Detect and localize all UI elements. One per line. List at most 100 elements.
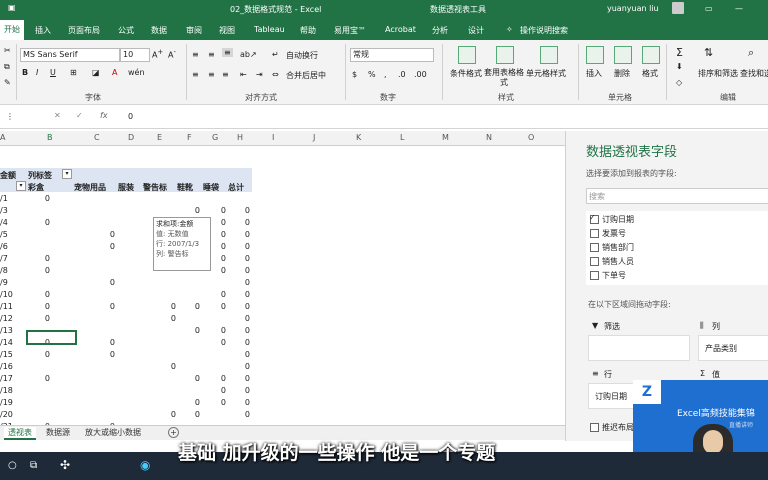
- field-search-input[interactable]: 搜索: [586, 188, 768, 204]
- sort-filter-button[interactable]: 排序和筛选: [698, 68, 738, 79]
- field-item[interactable]: 下单号: [602, 270, 626, 281]
- format-cells-icon[interactable]: [642, 46, 660, 64]
- fill-icon[interactable]: ⬇: [676, 62, 683, 71]
- tab-acrobat[interactable]: Acrobat: [385, 25, 416, 34]
- pivot-cell[interactable]: 0: [230, 242, 250, 251]
- pivot-cell[interactable]: 0: [230, 386, 250, 395]
- border-icon[interactable]: ⊞: [70, 68, 77, 77]
- pivot-cell[interactable]: 0: [30, 314, 50, 323]
- pivot-cell[interactable]: 0: [180, 374, 200, 383]
- bold-button[interactable]: B: [22, 68, 28, 77]
- number-format-select[interactable]: 常规: [350, 48, 434, 62]
- field-item[interactable]: 订购日期: [602, 214, 634, 225]
- copy-icon[interactable]: ⧉: [4, 62, 10, 72]
- selected-cell[interactable]: [26, 330, 77, 345]
- pivot-cell[interactable]: 0: [230, 374, 250, 383]
- add-sheet-icon[interactable]: +: [168, 427, 179, 438]
- sheet-tab-pivot[interactable]: 透视表: [4, 427, 36, 440]
- column-header[interactable]: M: [442, 133, 449, 142]
- table-format-icon[interactable]: [496, 46, 514, 64]
- table-format-button[interactable]: 套用表格格式: [484, 68, 524, 88]
- filter-drop-area[interactable]: [588, 335, 690, 361]
- merge-center-button[interactable]: 合并后居中: [286, 70, 326, 81]
- tab-insert[interactable]: 插入: [35, 25, 51, 36]
- insert-cells-button[interactable]: 插入: [586, 68, 602, 79]
- currency-icon[interactable]: $: [352, 70, 357, 79]
- confirm-entry-icon[interactable]: ✓: [76, 111, 83, 120]
- sheet-tab-source[interactable]: 数据源: [46, 427, 70, 438]
- user-name[interactable]: yuanyuan liu: [607, 4, 659, 13]
- autosum-icon[interactable]: Σ: [676, 46, 683, 59]
- defer-update-checkbox[interactable]: [590, 423, 599, 432]
- pivot-cell[interactable]: 0: [95, 278, 115, 287]
- pivot-cell[interactable]: 0: [30, 266, 50, 275]
- pivot-cell[interactable]: 0: [180, 206, 200, 215]
- pivot-cell[interactable]: 0: [156, 314, 176, 323]
- column-header[interactable]: H: [237, 133, 243, 142]
- font-color-icon[interactable]: A: [112, 68, 117, 77]
- row-field-chip[interactable]: 订购日期: [595, 391, 627, 402]
- conditional-format-button[interactable]: 条件格式: [450, 68, 482, 79]
- tab-view[interactable]: 视图: [219, 25, 235, 36]
- column-header[interactable]: B: [47, 133, 53, 142]
- task-view-icon[interactable]: ⧉: [30, 460, 37, 471]
- pivot-cell[interactable]: 0: [206, 398, 226, 407]
- formula-input[interactable]: 0: [128, 112, 133, 121]
- comma-icon[interactable]: ,: [384, 70, 387, 79]
- tab-design[interactable]: 设计: [468, 25, 484, 36]
- clear-icon[interactable]: ◇: [676, 78, 682, 87]
- pivot-cell[interactable]: 0: [30, 290, 50, 299]
- cancel-entry-icon[interactable]: ✕: [54, 111, 61, 120]
- pivot-cell[interactable]: 0: [180, 302, 200, 311]
- browser-icon[interactable]: ◉: [140, 458, 150, 472]
- tab-tableau[interactable]: Tableau: [254, 25, 285, 34]
- pivot-cell[interactable]: 0: [30, 302, 50, 311]
- pivot-cell[interactable]: 0: [206, 290, 226, 299]
- fill-color-icon[interactable]: ◪: [92, 68, 100, 77]
- pivot-cell[interactable]: 0: [230, 266, 250, 275]
- tab-help[interactable]: 帮助: [300, 25, 316, 36]
- pivot-cell[interactable]: 0: [156, 410, 176, 419]
- sort-filter-icon[interactable]: ⇅: [704, 46, 713, 59]
- format-cells-button[interactable]: 格式: [642, 68, 658, 79]
- column-filter-button[interactable]: ▾: [62, 169, 72, 179]
- pivot-cell[interactable]: 0: [95, 230, 115, 239]
- column-field-chip[interactable]: 产品类别: [705, 343, 737, 354]
- column-header[interactable]: L: [400, 133, 404, 142]
- pivot-cell[interactable]: 0: [206, 326, 226, 335]
- search-icon[interactable]: ○: [8, 460, 17, 471]
- field-checkbox[interactable]: [590, 257, 599, 266]
- font-size-select[interactable]: 10: [120, 48, 150, 62]
- find-select-button[interactable]: 查找和选: [740, 68, 768, 79]
- pivot-cell[interactable]: 0: [180, 326, 200, 335]
- tab-home[interactable]: 开始: [0, 20, 24, 40]
- align-center-icon[interactable]: ≡: [208, 70, 215, 79]
- pivot-cell[interactable]: 0: [156, 302, 176, 311]
- pivot-cell[interactable]: 0: [30, 254, 50, 263]
- pivot-cell[interactable]: 0: [230, 326, 250, 335]
- pivot-cell[interactable]: 0: [206, 206, 226, 215]
- pivot-cell[interactable]: 0: [156, 362, 176, 371]
- tab-data[interactable]: 数据: [151, 25, 167, 36]
- pivot-cell[interactable]: 0: [206, 374, 226, 383]
- sheet-tab-zoom[interactable]: 放大或缩小数据: [85, 427, 141, 438]
- column-header[interactable]: N: [486, 133, 492, 142]
- pivot-cell[interactable]: 0: [230, 410, 250, 419]
- insert-function-icon[interactable]: fx: [100, 111, 108, 120]
- minimize-icon[interactable]: —: [735, 4, 743, 13]
- pivot-cell[interactable]: 0: [180, 398, 200, 407]
- pivot-grid[interactable]: 金额 列标签 ▾ ▾ 彩盒 宠物用品 服装 警告标 鞋靴 睡袋 总计 /1 0/3…: [0, 145, 565, 425]
- tab-page-layout[interactable]: 页面布局: [68, 25, 100, 36]
- pivot-cell[interactable]: 0: [95, 302, 115, 311]
- delete-cells-icon[interactable]: [614, 46, 632, 64]
- column-header[interactable]: I: [272, 133, 274, 142]
- column-header[interactable]: F: [187, 133, 192, 142]
- format-painter-icon[interactable]: ✎: [4, 78, 11, 87]
- align-bottom-icon[interactable]: ≡: [222, 48, 233, 57]
- save-icon[interactable]: ▣: [8, 3, 16, 12]
- decrease-indent-icon[interactable]: ⇤: [240, 70, 247, 79]
- align-top-icon[interactable]: ≡: [192, 50, 199, 59]
- pivot-cell[interactable]: 0: [230, 278, 250, 287]
- tab-analyze[interactable]: 分析: [432, 25, 448, 36]
- pivot-cell[interactable]: 0: [230, 290, 250, 299]
